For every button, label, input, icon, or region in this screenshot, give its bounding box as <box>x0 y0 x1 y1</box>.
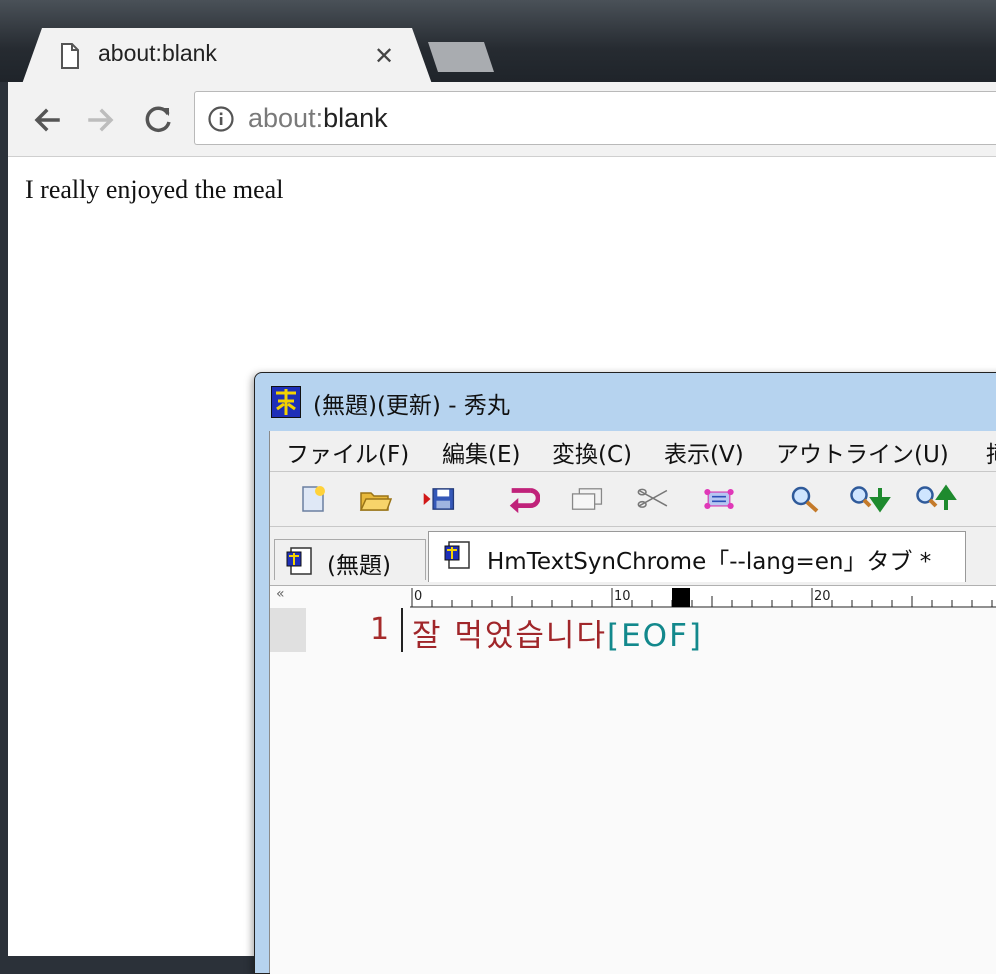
tab-label: (無題) <box>327 553 391 579</box>
editor-window: (無題)(更新) - 秀丸 ファイル(F) 編集(E) 変換(C) 表示(V) … <box>254 372 996 974</box>
ruler-mark-0: 0 <box>414 589 422 604</box>
menu-outline[interactable]: アウトライン(U) <box>776 435 949 469</box>
back-arrow-icon[interactable] <box>28 100 68 140</box>
editor-tab-untitled[interactable]: (無題) <box>274 539 426 580</box>
tab-title: about:blank <box>98 40 217 66</box>
ruler-mark-10: 10 <box>614 589 631 604</box>
page-icon <box>61 43 79 69</box>
menu-file[interactable]: ファイル(F) <box>286 435 409 469</box>
menu-convert[interactable]: 変換(C) <box>552 435 632 469</box>
search-icon[interactable] <box>788 484 822 514</box>
editor-tab-active[interactable]: HmTextSynChrome「--lang=en」タブ * <box>428 531 966 582</box>
eof-marker: [EOF] <box>606 618 703 654</box>
editor-tab-bar: (無題) HmTextSynChrome「--lang=en」タブ * <box>270 527 996 585</box>
new-tab-button[interactable] <box>428 42 494 72</box>
copy-icon[interactable] <box>570 484 604 514</box>
menu-view[interactable]: 表示(V) <box>664 435 744 469</box>
document-icon <box>286 547 312 575</box>
text-editor-area[interactable]: « 0 10 20 1 잘 먹었습니다[EOF] <box>270 585 996 974</box>
line-number-gutter <box>270 608 306 652</box>
info-icon[interactable] <box>207 105 235 133</box>
close-icon[interactable]: ✕ <box>374 42 394 70</box>
reload-icon[interactable] <box>138 100 178 140</box>
cut-icon[interactable] <box>636 484 670 514</box>
browser-tab-active[interactable]: about:blank ✕ <box>22 28 432 84</box>
menu-insert[interactable]: 挿 <box>986 435 996 469</box>
url-scheme: about: <box>248 103 324 133</box>
search-next-icon[interactable] <box>848 484 894 514</box>
line-number: 1 <box>370 612 390 647</box>
page-text: I really enjoyed the meal <box>25 175 284 204</box>
editor-title-bar[interactable]: (無題)(更新) - 秀丸 <box>255 373 996 431</box>
open-folder-icon[interactable] <box>358 484 392 514</box>
editor-line: 잘 먹었습니다[EOF] <box>412 610 703 655</box>
search-prev-icon[interactable] <box>914 484 960 514</box>
paste-icon[interactable] <box>702 484 736 514</box>
editor-menu-bar: ファイル(F) 編集(E) 変換(C) 表示(V) アウトライン(U) 挿 <box>270 431 996 472</box>
address-bar[interactable]: about:blank <box>194 91 996 145</box>
hidemaru-app-icon[interactable] <box>271 386 301 418</box>
column-ruler: 0 10 20 <box>410 586 996 608</box>
new-file-icon[interactable] <box>296 484 330 514</box>
editor-toolbar <box>270 472 996 527</box>
save-icon[interactable] <box>422 484 456 514</box>
ruler-mark-20: 20 <box>814 589 831 604</box>
line-text: 잘 먹었습니다 <box>412 618 607 654</box>
ruler-collapse-icon[interactable]: « <box>276 586 285 602</box>
menu-edit[interactable]: 編集(E) <box>442 435 520 469</box>
tab-label: HmTextSynChrome「--lang=en」タブ * <box>487 549 932 575</box>
editor-client-area: ファイル(F) 編集(E) 変換(C) 表示(V) アウトライン(U) 挿 <box>269 431 996 974</box>
url-host: blank <box>323 103 388 133</box>
document-icon <box>444 541 470 569</box>
text-cursor <box>401 608 403 652</box>
forward-arrow-icon[interactable] <box>82 100 122 140</box>
browser-toolbar: about:blank <box>8 82 996 157</box>
url-text: about:blank <box>248 103 388 134</box>
editor-window-title: (無題)(更新) - 秀丸 <box>313 393 510 419</box>
ruler-cursor-marker <box>672 588 690 607</box>
undo-icon[interactable] <box>506 484 540 514</box>
